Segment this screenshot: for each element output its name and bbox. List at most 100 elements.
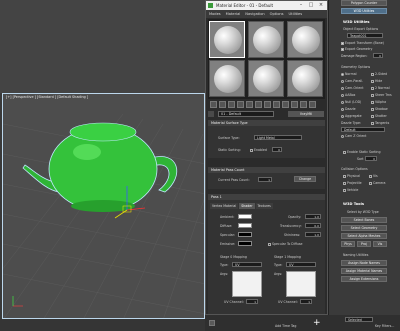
specular-to-diffuse-checkbox[interactable]: Specular To Diffuse	[268, 242, 303, 246]
static-enabled-checkbox[interactable]: Enabled	[250, 148, 267, 152]
put-to-library-icon[interactable]	[264, 101, 271, 108]
copy-material-icon[interactable]	[246, 101, 253, 108]
geo-option-aggregate[interactable]: Aggregate	[341, 114, 362, 118]
stage0-type-dropdown[interactable]: UV	[232, 262, 262, 267]
coll-projectile-checkbox[interactable]: Projectile	[343, 181, 362, 185]
sample-slot[interactable]	[287, 21, 323, 58]
static-sort-spinner[interactable]: 0	[272, 147, 282, 152]
assign-extensions-button[interactable]: Assign Extensions	[341, 276, 387, 282]
rollout-header[interactable]: Material Pass Count	[208, 167, 325, 173]
sample-slot[interactable]	[209, 60, 245, 97]
export-transform-checkbox[interactable]: Export Transform (Bone)	[341, 41, 384, 45]
opacity-spinner[interactable]: 1.0	[305, 214, 321, 219]
geo-option-sheer-trns[interactable]: Sheer Trns	[371, 93, 392, 97]
sample-slot[interactable]	[287, 60, 323, 97]
coll-physical-checkbox[interactable]: Physical	[343, 174, 360, 178]
geo-option-normal[interactable]: Normal	[341, 72, 357, 76]
change-button[interactable]: Change	[294, 176, 316, 182]
show-map-icon[interactable]	[282, 101, 289, 108]
pick-material-icon[interactable]	[208, 111, 214, 117]
menu-utilities[interactable]: Utilities	[289, 12, 303, 16]
specular-swatch[interactable]	[238, 232, 252, 237]
geo-option-valpha[interactable]: VAlpha	[371, 100, 386, 104]
dazzle-type-dropdown[interactable]: Default	[341, 127, 385, 132]
put-to-scene-icon[interactable]	[219, 101, 226, 108]
phys-button[interactable]: Phys	[341, 241, 355, 247]
shininess-spinner[interactable]: 1.0	[305, 232, 321, 237]
sort-spinner[interactable]: 0	[365, 156, 377, 161]
cam-z-orient-checkbox[interactable]: Cam Z Orient	[341, 134, 366, 138]
assign-material-names-button[interactable]: Assign Material Names	[341, 268, 387, 274]
unique-icon[interactable]	[255, 101, 262, 108]
coll-camera-checkbox[interactable]: Camera	[369, 181, 386, 185]
go-to-parent-icon[interactable]	[300, 101, 307, 108]
translucency-spinner[interactable]: 0.0	[305, 223, 321, 228]
sample-slot[interactable]	[209, 21, 245, 58]
material-name-field[interactable]: 01 - Default	[218, 111, 274, 117]
stage1-uv-channel-spinner[interactable]: 1	[300, 299, 312, 304]
menu-navigation[interactable]: Navigation	[245, 12, 264, 16]
export-geometry-checkbox[interactable]: Export Geometry	[341, 47, 372, 51]
selected-dropdown[interactable]: Selected	[345, 317, 373, 322]
select-alpha-meshes-button[interactable]: Select Alpha Meshes	[341, 233, 387, 239]
ambient-swatch[interactable]	[238, 214, 252, 219]
stage1-type-dropdown[interactable]: UV	[286, 262, 316, 267]
diffuse-swatch[interactable]	[238, 223, 252, 228]
show-end-result-icon[interactable]	[291, 101, 298, 108]
geo-option-dazzle[interactable]: Dazzle	[341, 107, 356, 111]
geo-option-2-normal[interactable]: 2 Normal	[371, 86, 390, 90]
key-filters-button[interactable]: Key Filters...	[375, 324, 394, 328]
geo-option-null-lod[interactable]: Null (LOD)	[341, 100, 361, 104]
geo-option-shatter[interactable]: Shatter	[371, 114, 387, 118]
lock-selection-icon[interactable]	[209, 320, 215, 326]
sample-slot[interactable]	[248, 21, 284, 58]
select-bones-button[interactable]: Select Bones	[341, 217, 387, 223]
maximize-icon[interactable]: □	[306, 1, 316, 10]
geo-option-cam-parallel[interactable]: Cam-Parall.	[341, 79, 363, 83]
menu-material[interactable]: Material	[226, 12, 241, 16]
timeline-slider[interactable]	[0, 319, 205, 331]
geo-option-2-sided[interactable]: 2-Sided	[371, 72, 387, 76]
stage0-uv-channel-spinner[interactable]: 1	[246, 299, 258, 304]
close-icon[interactable]: ×	[316, 1, 326, 10]
polygon-counter-button[interactable]: Polygon Counter	[341, 0, 387, 6]
go-forward-icon[interactable]	[309, 101, 316, 108]
select-geometry-button[interactable]: Select Geometry	[341, 225, 387, 231]
w3d-utilities-button[interactable]: W3D Utilities	[341, 8, 387, 14]
geo-option-cam-orient[interactable]: Cam-Orient	[341, 86, 363, 90]
menu-modes[interactable]: Modes	[209, 12, 221, 16]
geo-option-tangents[interactable]: Tangents	[371, 121, 389, 125]
perspective-viewport[interactable]: [+] [Perspective ] [Standard ] [Default …	[2, 93, 205, 319]
coll-vehicle-checkbox[interactable]: Vehicle	[343, 188, 358, 192]
proj-button[interactable]: Proj	[357, 241, 371, 247]
get-material-icon[interactable]	[210, 101, 217, 108]
add-key-icon[interactable]: +	[313, 318, 321, 328]
surface-type-dropdown[interactable]: Light Metal	[254, 135, 302, 140]
stage1-args-box[interactable]	[286, 271, 316, 297]
static-sorting-checkbox[interactable]: Enable Static Sorting	[343, 150, 380, 154]
sample-slot[interactable]	[248, 60, 284, 97]
tab-vertex-material[interactable]: Vertex Material	[210, 203, 239, 209]
minimize-icon[interactable]: –	[296, 1, 306, 10]
teapot-object[interactable]	[22, 122, 178, 212]
rollout-header[interactable]: Material Surface Type	[208, 120, 325, 126]
geo-option-hide[interactable]: Hide	[371, 79, 382, 83]
geo-option-shadow[interactable]: Shadow	[371, 107, 388, 111]
tab-shader[interactable]: Shader	[239, 203, 255, 209]
assign-node-names-button[interactable]: Assign Node Names	[341, 260, 387, 266]
vis-button[interactable]: Vis	[373, 241, 387, 247]
emissive-swatch[interactable]	[238, 241, 252, 246]
stage0-args-box[interactable]	[232, 271, 262, 297]
assign-to-selection-icon[interactable]	[228, 101, 235, 108]
reset-material-icon[interactable]	[237, 101, 244, 108]
coll-vis-checkbox[interactable]: Vis	[369, 174, 378, 178]
add-time-tag[interactable]: Add Time Tag	[275, 324, 296, 328]
rollout-header[interactable]: Pass 1	[208, 194, 325, 200]
material-editor-titlebar[interactable]: Material Editor - 01 - Default – □ ×	[206, 1, 327, 10]
material-id-icon[interactable]	[273, 101, 280, 108]
geo-option-aabox[interactable]: AABox	[341, 93, 355, 97]
object-name-field[interactable]: Teapot001	[347, 33, 383, 38]
menu-options[interactable]: Options	[270, 12, 284, 16]
tab-textures[interactable]: Textures	[255, 203, 273, 209]
material-type-button[interactable]: VrayMtl	[288, 111, 324, 117]
